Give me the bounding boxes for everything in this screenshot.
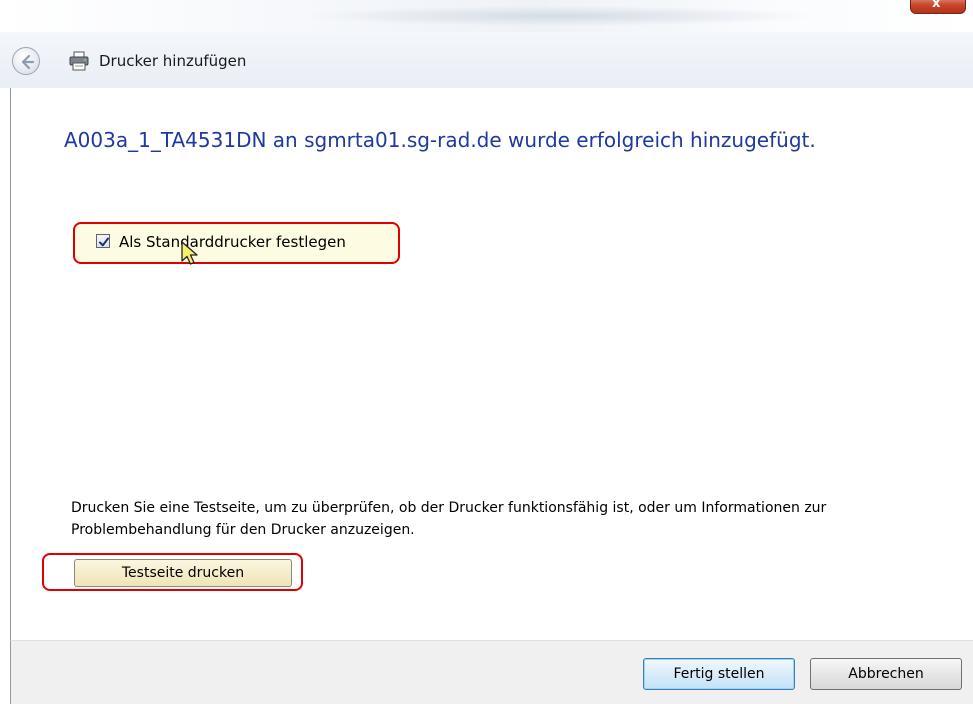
success-heading: A003a_1_TA4531DN an sgmrta01.sg-rad.de w… — [64, 128, 816, 152]
title-bar — [0, 0, 973, 32]
back-arrow-icon — [21, 54, 35, 70]
cancel-button[interactable]: Abbrechen — [810, 658, 962, 690]
finish-button[interactable]: Fertig stellen — [643, 658, 795, 690]
printer-icon — [69, 51, 89, 71]
checkmark-icon — [99, 237, 109, 247]
back-button[interactable] — [12, 47, 40, 75]
default-printer-label[interactable]: Als Standarddrucker festlegen — [119, 233, 346, 251]
mouse-cursor-icon — [181, 241, 198, 265]
close-icon: x — [932, 0, 941, 11]
test-page-info: Drucken Sie eine Testseite, um zu überpr… — [71, 500, 827, 538]
print-test-page-button[interactable]: Testseite drucken — [74, 559, 292, 587]
dialog-title: Drucker hinzufügen — [99, 52, 247, 70]
title-bar-glow — [300, 6, 820, 26]
default-printer-checkbox[interactable] — [96, 234, 110, 248]
close-button[interactable]: x — [910, 0, 966, 14]
